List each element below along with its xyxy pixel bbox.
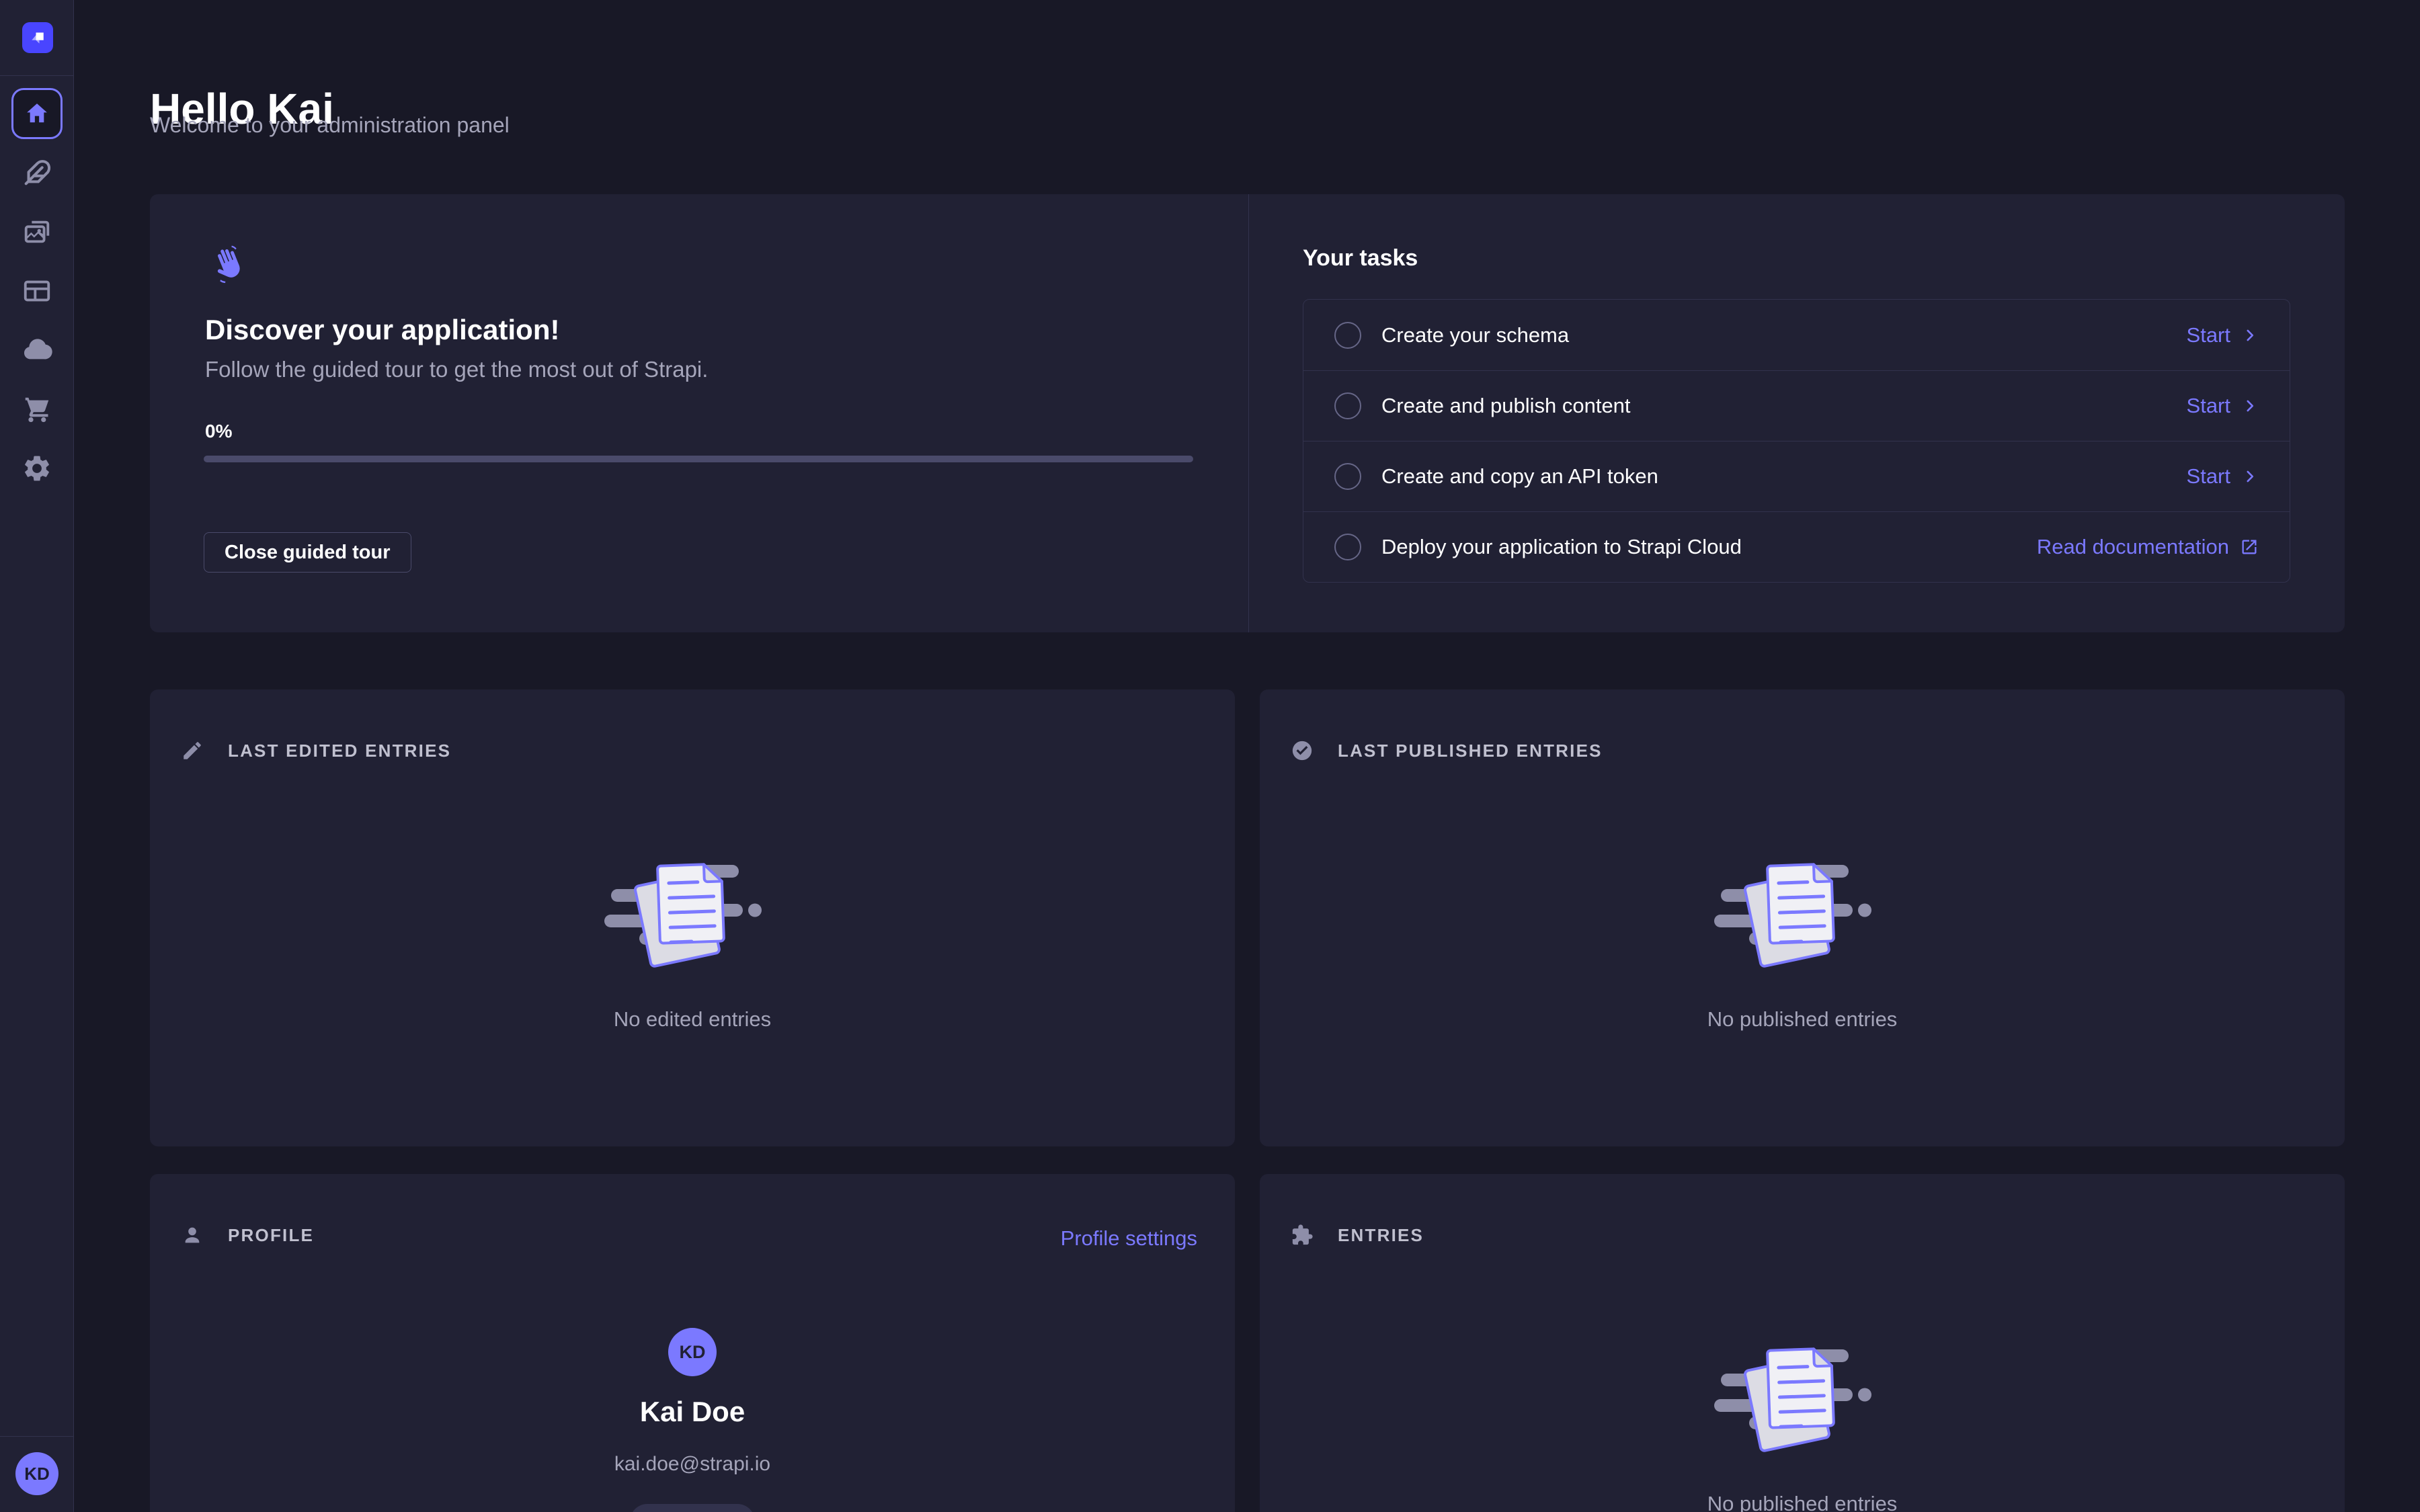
empty-state-text: No published entries xyxy=(1707,1492,1898,1512)
chevron-right-icon xyxy=(2241,397,2259,415)
media-images-icon xyxy=(22,216,52,247)
person-icon xyxy=(181,1224,204,1247)
strapi-logo-icon xyxy=(28,28,48,48)
task-status-circle xyxy=(1334,392,1361,419)
last-published-entries-card: LAST PUBLISHED ENTRIES xyxy=(1260,689,2345,1146)
empty-illustration-slot xyxy=(1714,1332,1890,1460)
user-avatar[interactable]: KD xyxy=(15,1452,58,1495)
empty-state-text: No edited entries xyxy=(614,1007,771,1032)
home-icon xyxy=(23,99,51,128)
waving-hand-icon xyxy=(207,243,249,284)
task-start-link[interactable]: Start xyxy=(2187,394,2259,418)
sidebar: KD xyxy=(0,0,74,1512)
task-action-label: Start xyxy=(2187,464,2230,489)
close-guided-tour-button[interactable]: Close guided tour xyxy=(204,532,411,573)
widget-header: LAST EDITED ENTRIES xyxy=(181,739,451,762)
task-list: Create your schema Start Create and publ… xyxy=(1303,299,2290,583)
task-row-create-publish-content[interactable]: Create and publish content Start xyxy=(1303,370,2290,441)
task-row-create-schema[interactable]: Create your schema Start xyxy=(1303,300,2290,370)
widget-header-label: LAST PUBLISHED ENTRIES xyxy=(1338,741,1603,761)
guided-tour-card: Discover your application! Follow the gu… xyxy=(150,194,2345,632)
task-status-circle xyxy=(1334,534,1361,560)
empty-documents-illustration xyxy=(1714,1332,1890,1460)
profile-settings-link[interactable]: Profile settings xyxy=(1061,1226,1197,1251)
entries-card: ENTRIES No publish xyxy=(1260,1174,2345,1512)
cart-icon xyxy=(22,394,52,425)
task-row-deploy-strapi-cloud[interactable]: Deploy your application to Strapi Cloud … xyxy=(1303,511,2290,582)
guided-tour-subtitle: Follow the guided tour to get the most o… xyxy=(205,357,708,382)
sidebar-item-content-manager[interactable] xyxy=(22,157,52,188)
task-start-link[interactable]: Start xyxy=(2187,323,2259,347)
task-status-circle xyxy=(1334,463,1361,490)
pencil-icon xyxy=(181,739,204,762)
task-label: Deploy your application to Strapi Cloud xyxy=(1381,535,1742,559)
empty-state: No edited entries xyxy=(150,847,1235,1032)
profile-avatar-initials: KD xyxy=(680,1342,706,1363)
guided-tour-title: Discover your application! xyxy=(205,314,559,346)
cloud-icon xyxy=(22,335,52,366)
widget-header-label: PROFILE xyxy=(228,1225,314,1246)
strapi-logo[interactable] xyxy=(22,22,53,53)
read-documentation-link[interactable]: Read documentation xyxy=(2037,535,2259,559)
external-link-icon xyxy=(2240,538,2259,556)
task-action-label: Read documentation xyxy=(2037,535,2229,559)
widget-header-label: LAST EDITED ENTRIES xyxy=(228,741,451,761)
empty-illustration-slot xyxy=(1714,847,1890,975)
task-label: Create and copy an API token xyxy=(1381,464,1658,489)
card-vertical-divider xyxy=(1248,194,1249,632)
task-status-circle xyxy=(1334,322,1361,349)
task-action-label: Start xyxy=(2187,323,2230,347)
chevron-right-icon xyxy=(2241,327,2259,344)
task-row-create-api-token[interactable]: Create and copy an API token Start xyxy=(1303,441,2290,511)
task-label: Create and publish content xyxy=(1381,394,1631,418)
last-edited-entries-card: LAST EDITED ENTRIES xyxy=(150,689,1235,1146)
strapi-admin-dashboard: KD Hello Kai Welcome to your administrat… xyxy=(0,0,2420,1512)
empty-documents-illustration xyxy=(1714,847,1890,975)
gear-icon xyxy=(22,453,52,484)
empty-state-text: No published entries xyxy=(1707,1007,1898,1032)
profile-role-badge xyxy=(630,1504,755,1512)
check-circle-icon xyxy=(1291,739,1314,762)
empty-state: No published entries xyxy=(1260,1332,2345,1512)
widget-header-label: ENTRIES xyxy=(1338,1225,1424,1246)
sidebar-item-media-library[interactable] xyxy=(22,216,52,247)
chevron-right-icon xyxy=(2241,468,2259,485)
task-label: Create your schema xyxy=(1381,323,1569,347)
widget-header: PROFILE xyxy=(181,1224,314,1247)
sidebar-divider xyxy=(0,1436,74,1437)
profile-card: PROFILE Profile settings KD Kai Doe kai.… xyxy=(150,1174,1235,1512)
task-start-link[interactable]: Start xyxy=(2187,464,2259,489)
profile-name: Kai Doe xyxy=(150,1396,1235,1428)
profile-avatar: KD xyxy=(668,1328,717,1376)
empty-illustration-slot xyxy=(604,847,780,975)
page-subtitle: Welcome to your administration panel xyxy=(150,113,510,138)
empty-documents-illustration xyxy=(604,847,780,975)
user-avatar-initials: KD xyxy=(24,1464,50,1484)
your-tasks-title: Your tasks xyxy=(1303,245,1418,271)
widget-header: ENTRIES xyxy=(1291,1224,1424,1247)
profile-email: kai.doe@strapi.io xyxy=(150,1453,1235,1476)
progress-percent-label: 0% xyxy=(205,421,232,442)
puzzle-icon xyxy=(1291,1224,1314,1247)
empty-state: No published entries xyxy=(1260,847,2345,1032)
sidebar-divider xyxy=(0,75,74,76)
sidebar-item-home[interactable] xyxy=(11,88,63,139)
layout-icon xyxy=(22,276,52,306)
progress-bar xyxy=(204,456,1193,462)
feather-icon xyxy=(22,157,52,188)
sidebar-item-settings[interactable] xyxy=(22,453,52,484)
sidebar-item-cloud[interactable] xyxy=(22,335,52,366)
sidebar-item-marketplace[interactable] xyxy=(22,394,52,425)
sidebar-item-content-type-builder[interactable] xyxy=(22,276,52,306)
task-action-label: Start xyxy=(2187,394,2230,418)
widget-header: LAST PUBLISHED ENTRIES xyxy=(1291,739,1603,762)
